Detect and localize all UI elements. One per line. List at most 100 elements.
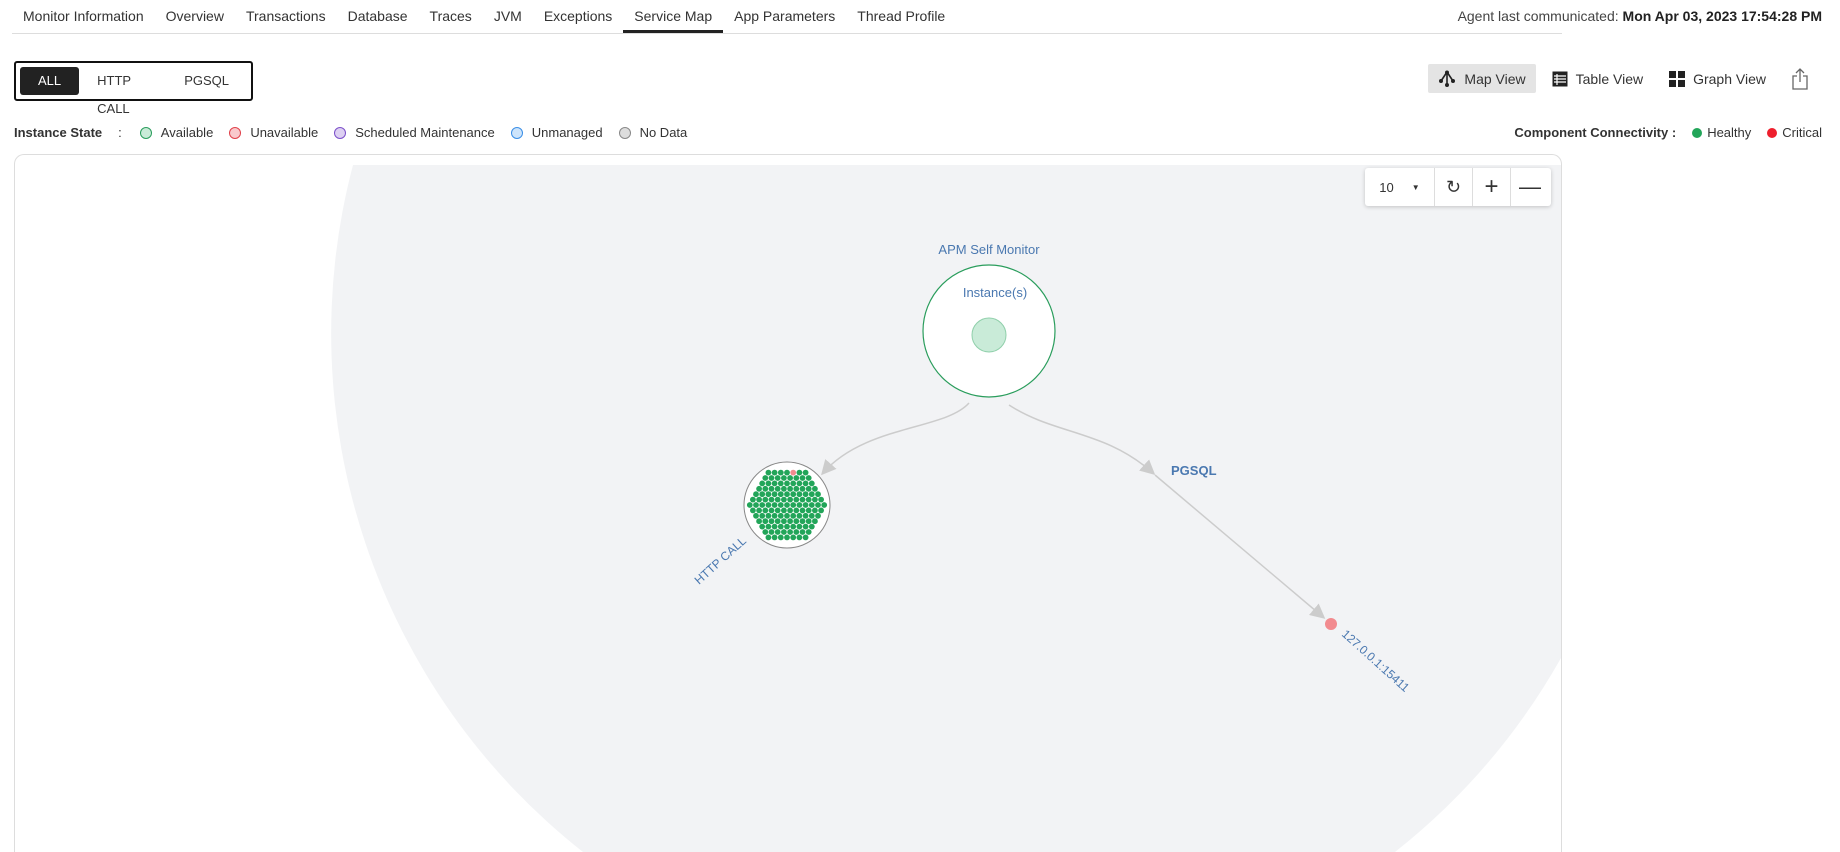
instance-dot[interactable] bbox=[768, 496, 775, 503]
instance-dot[interactable] bbox=[777, 469, 784, 476]
instance-dot[interactable] bbox=[787, 475, 793, 481]
instance-dot[interactable] bbox=[777, 480, 784, 487]
instance-dot[interactable] bbox=[815, 512, 821, 519]
instance-dot[interactable] bbox=[793, 496, 800, 503]
instance-dot[interactable] bbox=[812, 518, 818, 525]
instance-dot[interactable] bbox=[781, 529, 787, 535]
instance-dot[interactable] bbox=[759, 480, 766, 487]
instance-dot[interactable] bbox=[765, 480, 772, 487]
share-button[interactable] bbox=[1782, 64, 1818, 93]
instance-dot[interactable] bbox=[815, 491, 821, 498]
instance-dot[interactable] bbox=[818, 496, 824, 503]
tab-traces[interactable]: Traces bbox=[419, 0, 483, 33]
instance-dot[interactable] bbox=[768, 518, 775, 525]
filter-pgsql[interactable]: PGSQL bbox=[166, 67, 247, 95]
instance-dot[interactable] bbox=[796, 523, 803, 530]
instance-dot[interactable] bbox=[790, 502, 797, 508]
instance-dot[interactable] bbox=[812, 485, 818, 492]
instance-dot[interactable] bbox=[756, 507, 762, 514]
instance-dot[interactable] bbox=[799, 518, 806, 525]
instance-dot[interactable] bbox=[787, 496, 793, 503]
instance-dot[interactable] bbox=[762, 485, 769, 492]
instance-dot[interactable] bbox=[774, 485, 781, 492]
instance-dot[interactable] bbox=[771, 480, 778, 487]
instance-dot[interactable] bbox=[771, 491, 778, 498]
instance-dot[interactable] bbox=[784, 502, 790, 508]
instance-dot[interactable] bbox=[768, 475, 775, 481]
tab-overview[interactable]: Overview bbox=[155, 0, 235, 33]
pgsql-label[interactable]: PGSQL bbox=[1171, 463, 1217, 478]
tab-transactions[interactable]: Transactions bbox=[235, 0, 337, 33]
instance-dot[interactable] bbox=[771, 502, 778, 508]
instance-dot[interactable] bbox=[808, 480, 815, 487]
instance-dot[interactable] bbox=[793, 507, 800, 514]
instance-dot[interactable] bbox=[799, 529, 806, 535]
instance-dot[interactable] bbox=[765, 512, 772, 519]
instance-dot[interactable] bbox=[781, 507, 787, 514]
instance-dot[interactable] bbox=[821, 502, 828, 508]
instance-dot[interactable] bbox=[753, 491, 759, 498]
instance-dot[interactable] bbox=[777, 512, 784, 519]
instance-dot[interactable] bbox=[784, 512, 790, 519]
instance-dot[interactable] bbox=[802, 469, 809, 476]
filter-all[interactable]: ALL bbox=[20, 67, 80, 95]
instance-dot[interactable] bbox=[790, 534, 797, 541]
instance-dot[interactable] bbox=[781, 496, 787, 503]
filter-http-call[interactable]: HTTP CALL bbox=[79, 67, 166, 116]
instance-dot[interactable] bbox=[802, 523, 809, 530]
map-canvas[interactable]: APM Self Monitor Instance(s) HTTP CALL P… bbox=[15, 155, 1561, 852]
instance-dot[interactable] bbox=[762, 507, 769, 514]
instance-dot[interactable] bbox=[818, 507, 824, 514]
instance-dot[interactable] bbox=[762, 496, 769, 503]
instance-dot[interactable] bbox=[793, 518, 800, 525]
instance-dot[interactable] bbox=[805, 518, 812, 525]
instance-dot[interactable] bbox=[765, 491, 772, 498]
instance-dot[interactable] bbox=[815, 502, 821, 508]
instance-dot[interactable] bbox=[768, 529, 775, 535]
tab-monitor-information[interactable]: Monitor Information bbox=[12, 0, 155, 33]
table-view-button[interactable]: Table View bbox=[1542, 64, 1653, 93]
instance-dot[interactable] bbox=[765, 469, 772, 476]
instance-dot[interactable] bbox=[762, 529, 769, 535]
instance-dot[interactable] bbox=[808, 491, 815, 498]
instance-dot[interactable] bbox=[808, 502, 815, 508]
instance-dot[interactable] bbox=[765, 523, 772, 530]
instance-dot[interactable] bbox=[793, 485, 800, 492]
graph-view-button[interactable]: Graph View bbox=[1659, 64, 1776, 93]
instance-dot[interactable] bbox=[774, 475, 781, 481]
instance-dot[interactable] bbox=[796, 480, 803, 487]
instance-dot[interactable] bbox=[790, 480, 797, 487]
instance-dot[interactable] bbox=[802, 480, 809, 487]
tab-app-parameters[interactable]: App Parameters bbox=[723, 0, 846, 33]
instance-dot[interactable] bbox=[808, 523, 815, 530]
instance-dot[interactable] bbox=[750, 507, 756, 514]
zoom-in-icon[interactable]: + bbox=[1473, 168, 1511, 206]
instance-dot[interactable] bbox=[750, 496, 756, 503]
tab-exceptions[interactable]: Exceptions bbox=[533, 0, 623, 33]
instance-dot[interactable] bbox=[774, 507, 781, 514]
instance-dot[interactable] bbox=[805, 485, 812, 492]
instance-dot[interactable] bbox=[756, 485, 762, 492]
instance-dot[interactable] bbox=[790, 469, 797, 476]
instance-dot[interactable] bbox=[805, 475, 812, 481]
service-map[interactable]: APM Self Monitor Instance(s) HTTP CALL P… bbox=[14, 154, 1562, 852]
instance-dot[interactable] bbox=[796, 512, 803, 519]
instance-dot[interactable] bbox=[753, 512, 759, 519]
instance-dot[interactable] bbox=[784, 469, 790, 476]
instance-dot[interactable] bbox=[759, 502, 766, 508]
tab-service-map[interactable]: Service Map bbox=[623, 0, 724, 33]
instance-dot[interactable] bbox=[765, 502, 772, 508]
instance-dot[interactable] bbox=[802, 512, 809, 519]
instance-dot[interactable] bbox=[765, 534, 772, 541]
instance-dot[interactable] bbox=[768, 485, 775, 492]
refresh-icon[interactable]: ↻ bbox=[1435, 168, 1473, 206]
instance-dot[interactable] bbox=[777, 491, 784, 498]
instance-dot[interactable] bbox=[799, 475, 806, 481]
instance-dot[interactable] bbox=[802, 502, 809, 508]
endpoint-node[interactable] bbox=[1325, 618, 1337, 630]
instance-dot[interactable] bbox=[771, 523, 778, 530]
instance-dot[interactable] bbox=[802, 491, 809, 498]
instance-dot[interactable] bbox=[805, 507, 812, 514]
instance-dot[interactable] bbox=[768, 507, 775, 514]
instance-dot[interactable] bbox=[802, 534, 809, 541]
